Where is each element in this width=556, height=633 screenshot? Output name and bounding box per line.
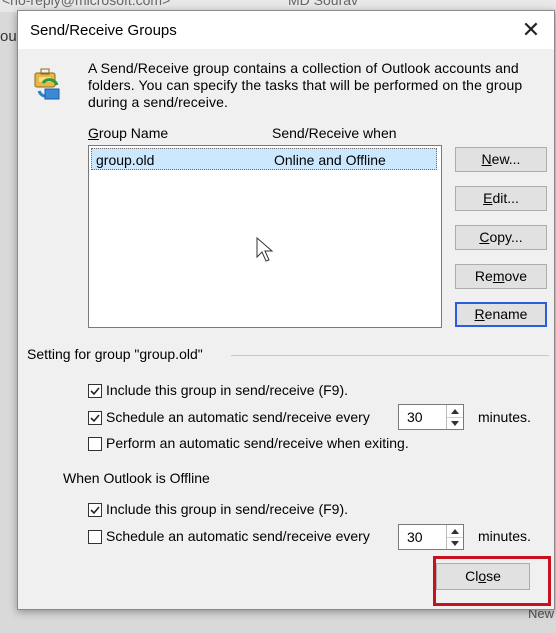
schedule-offline-label: Schedule an automatic send/receive every	[106, 528, 370, 544]
group-name: group.old	[96, 152, 155, 168]
include-group-label: Include this group in send/receive (F9).	[106, 382, 349, 398]
minutes-label: minutes.	[478, 409, 531, 425]
schedule-online-checkbox[interactable]	[88, 411, 102, 425]
minutes-label: minutes.	[478, 528, 531, 544]
remove-button[interactable]: Remove	[455, 264, 547, 289]
groups-list[interactable]: group.old Online and Offline	[88, 145, 442, 328]
checkmark-icon	[90, 414, 100, 423]
setting-section-label: Setting for group "group.old"	[27, 346, 203, 362]
rename-button[interactable]: Rename	[455, 302, 547, 327]
schedule-offline-checkbox[interactable]	[88, 530, 102, 544]
edit-button[interactable]: Edit...	[455, 186, 547, 211]
background-email: <no-reply@microsoft.com>	[2, 0, 171, 8]
spinner-down-icon[interactable]	[447, 537, 463, 549]
spinner-value: 30	[407, 409, 423, 425]
checkmark-icon	[90, 387, 100, 396]
send-receive-on-exit-checkbox[interactable]	[88, 437, 102, 451]
send-receive-groups-icon	[34, 68, 60, 100]
copy-button[interactable]: Copy...	[455, 225, 547, 250]
list-item[interactable]: group.old Online and Offline	[91, 148, 437, 170]
checkmark-icon	[90, 506, 100, 515]
close-button[interactable]: Close	[436, 563, 530, 590]
send-receive-on-exit-label: Perform an automatic send/receive when e…	[106, 435, 409, 451]
background-fragment: ou	[0, 28, 17, 45]
schedule-online-minutes-spinner[interactable]: 30	[398, 404, 464, 430]
close-icon[interactable]: ✕	[508, 11, 554, 49]
dialog-title: Send/Receive Groups	[30, 22, 177, 39]
send-receive-groups-dialog: Send/Receive Groups ✕ A Send/Receive gro…	[17, 10, 555, 610]
offline-section-label: When Outlook is Offline	[63, 470, 210, 486]
dialog-titlebar: Send/Receive Groups ✕	[18, 11, 554, 49]
section-divider	[231, 355, 549, 356]
mouse-pointer-icon	[256, 237, 274, 262]
spinner-value: 30	[407, 529, 423, 545]
include-group-checkbox[interactable]	[88, 384, 102, 398]
schedule-online-label: Schedule an automatic send/receive every	[106, 409, 370, 425]
offline-include-group-label: Include this group in send/receive (F9).	[106, 501, 349, 517]
column-header-send-receive-when[interactable]: Send/Receive when	[272, 125, 397, 141]
intro-description: A Send/Receive group contains a collecti…	[88, 60, 523, 110]
schedule-offline-minutes-spinner[interactable]: 30	[398, 524, 464, 550]
spinner-down-icon[interactable]	[447, 417, 463, 429]
column-header-group-name[interactable]: Group Name	[88, 125, 168, 141]
background-sender-name: MD Sourav	[288, 0, 359, 8]
offline-include-group-checkbox[interactable]	[88, 503, 102, 517]
group-when: Online and Offline	[274, 152, 386, 168]
new-button[interactable]: New...	[455, 147, 547, 172]
